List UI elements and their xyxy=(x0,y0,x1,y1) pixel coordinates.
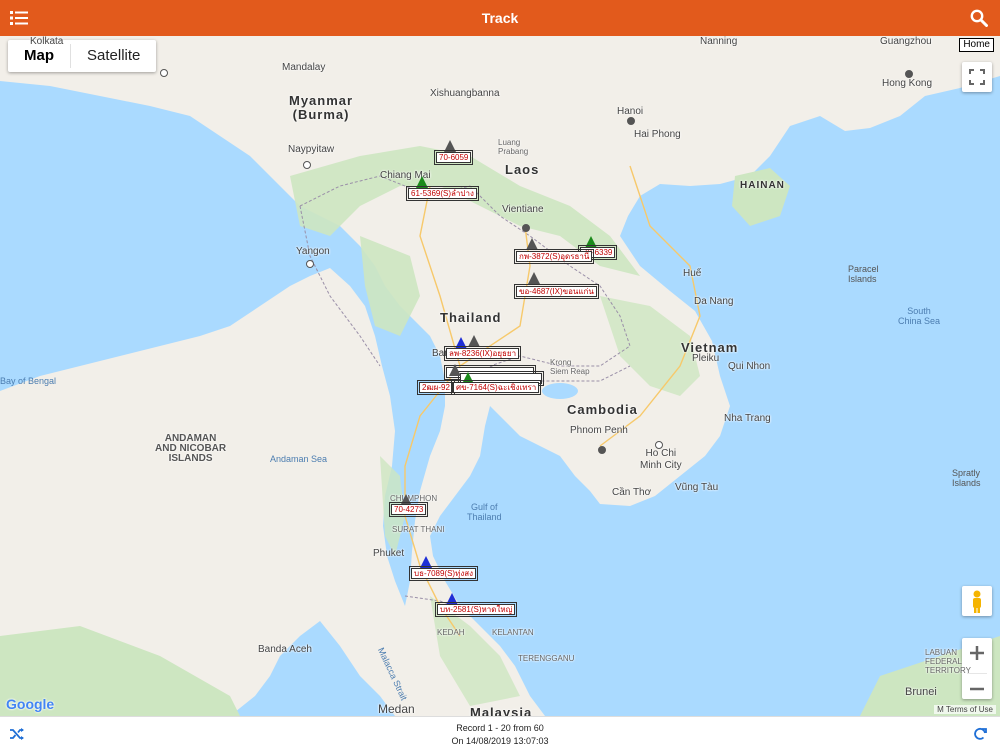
map-label-nha-trang: Nha Trang xyxy=(724,413,771,424)
zoom-out-icon[interactable] xyxy=(962,674,992,704)
city-dot xyxy=(627,117,635,125)
map-label-brunei: Brunei xyxy=(905,686,937,698)
pegman-icon xyxy=(973,590,981,613)
city-dot xyxy=(655,441,663,449)
map-label-mandalay: Mandalay xyxy=(282,62,326,73)
map-label-hong-kong: Hong Kong xyxy=(882,78,933,89)
city-dot xyxy=(160,69,168,77)
map-label-myanmar: Myanmar (Burma) xyxy=(289,93,354,122)
map-label-bay-of-bengal: Bay of Bengal xyxy=(0,376,57,386)
map-label-andaman-sea: Andaman Sea xyxy=(270,454,328,464)
map-label-pleiku: Pleiku xyxy=(692,353,720,364)
map-label-qui-nhon: Qui Nhon xyxy=(728,361,771,372)
vehicle-label[interactable]: 2ฒผ-92 xyxy=(417,380,455,395)
map-label-luang-prabang: Luang Prabang xyxy=(498,138,529,156)
fullscreen-icon xyxy=(969,69,985,85)
map-label-hue: Huế xyxy=(683,268,702,279)
map-label-hainan: HAINAN xyxy=(740,180,785,191)
top-bar: Track xyxy=(0,0,1000,36)
vehicle-label[interactable]: ขอ-4687(IX)ขอนแก่น xyxy=(514,284,599,299)
map-label-yangon: Yangon xyxy=(296,246,330,257)
street-view-button[interactable] xyxy=(962,586,992,616)
search-icon[interactable] xyxy=(970,9,988,27)
map-label-gulf-of-thailand: Gulf of Thailand xyxy=(467,502,502,522)
map-label-ho-chi-minh: Ho Chi Minh City xyxy=(640,448,682,471)
vehicle-marker[interactable] xyxy=(420,556,432,568)
city-dot xyxy=(905,70,913,78)
bottom-bar: Record 1 - 20 from 60 On 14/08/2019 13:0… xyxy=(0,716,1000,751)
vehicle-marker[interactable] xyxy=(444,140,456,152)
map-label-vung-tau: Vũng Tàu xyxy=(675,482,719,493)
record-info: Record 1 - 20 from 60 On 14/08/2019 13:0… xyxy=(0,722,1000,748)
vehicle-label[interactable]: ลพ-8236(IX)อยุธยา xyxy=(443,346,522,361)
map-attribution: M Terms of Use xyxy=(934,705,996,714)
city-dot xyxy=(598,446,606,454)
map-label-medan: Medan xyxy=(378,702,415,716)
map-label-da-nang: Da Nang xyxy=(694,296,734,307)
map-label-south-china-sea: South China Sea xyxy=(898,306,941,326)
vehicle-marker[interactable] xyxy=(416,176,428,188)
map-label-phuket: Phuket xyxy=(373,548,405,559)
map-label-terengganu: TERENGGANU xyxy=(518,654,575,663)
map-label-siem-reap: Krong Siem Reap xyxy=(550,358,590,376)
map-label-guangzhou: Guangzhou xyxy=(880,36,932,47)
map-label-kelantan: KELANTAN xyxy=(492,628,534,637)
map-label-naypyitaw: Naypyitaw xyxy=(288,144,335,155)
map-label-phnom-penh: Phnom Penh xyxy=(570,425,628,436)
vehicle-label[interactable]: บท-2581(S)หาดใหญ่ xyxy=(434,602,518,617)
vehicle-marker[interactable] xyxy=(468,335,480,347)
satellite-tab[interactable]: Satellite xyxy=(71,40,156,72)
map-label-surat-thani: SURAT THANI xyxy=(392,525,445,534)
home-button[interactable]: Home xyxy=(959,38,994,52)
map-label-banda-aceh: Banda Aceh xyxy=(258,644,312,655)
map-label-hai-phong: Hai Phong xyxy=(634,129,681,140)
vehicle-marker[interactable] xyxy=(449,364,461,376)
map-label-cambodia: Cambodia xyxy=(567,402,638,417)
map-label-hanoi: Hanoi xyxy=(617,106,644,117)
map-data-label: M xyxy=(937,705,944,714)
refresh-icon[interactable] xyxy=(972,726,988,742)
map-label-chumphon: CHUMPHON xyxy=(390,494,438,503)
map-label-vientiane: Vientiane xyxy=(502,204,544,215)
vehicle-label[interactable]: 70-4273 xyxy=(388,502,429,517)
map-label-kolkata: Kolkata xyxy=(30,36,64,47)
map-label-spratly-islands: Spratly Islands xyxy=(952,468,981,488)
map-label-andaman-islands: ANDAMAN AND NICOBAR ISLANDS xyxy=(155,433,227,464)
map-label-labuan: LABUAN FEDERAL TERRITORY xyxy=(925,648,971,675)
city-dot xyxy=(306,260,314,268)
google-logo: Google xyxy=(6,696,55,712)
page-title: Track xyxy=(481,10,519,26)
fullscreen-button[interactable] xyxy=(962,62,992,92)
vehicle-label[interactable]: กพ-3872(S)อุดรธานี xyxy=(513,249,595,264)
map-label-malaysia: Malaysia xyxy=(470,705,533,716)
map-label-nanning: Nanning xyxy=(700,36,738,47)
map-label-paracel-islands: Paracel Islands xyxy=(848,264,879,284)
vehicle-marker[interactable] xyxy=(528,272,540,284)
vehicle-label[interactable]: 70-6059 xyxy=(433,150,474,165)
map-view[interactable]: Map Satellite Home Kolkata Mandalay Myan… xyxy=(0,36,1000,716)
map-label-xishuangbanna: Xishuangbanna xyxy=(430,88,500,99)
vehicle-label[interactable]: บธ-7089(S)ทุ่งสง xyxy=(408,566,479,581)
map-label-laos: Laos xyxy=(505,162,540,177)
terms-of-use-link[interactable]: Terms of Use xyxy=(946,705,993,714)
map-label-kedah: KEDAH xyxy=(437,628,465,637)
vehicle-label[interactable]: 61-5369(S)ลำปาง xyxy=(406,186,479,201)
city-dot xyxy=(522,224,530,232)
city-dot xyxy=(303,161,311,169)
map-label-thailand: Thailand xyxy=(440,310,502,325)
vehicle-marker[interactable] xyxy=(526,238,538,250)
vehicle-label[interactable]: ศข-7164(S)ฉะเชิงเทรา xyxy=(450,380,542,395)
record-count: Record 1 - 20 from 60 xyxy=(456,723,544,733)
map-label-can-tho: Cần Thơ xyxy=(612,487,652,498)
record-date: On 14/08/2019 13:07:03 xyxy=(451,736,549,746)
